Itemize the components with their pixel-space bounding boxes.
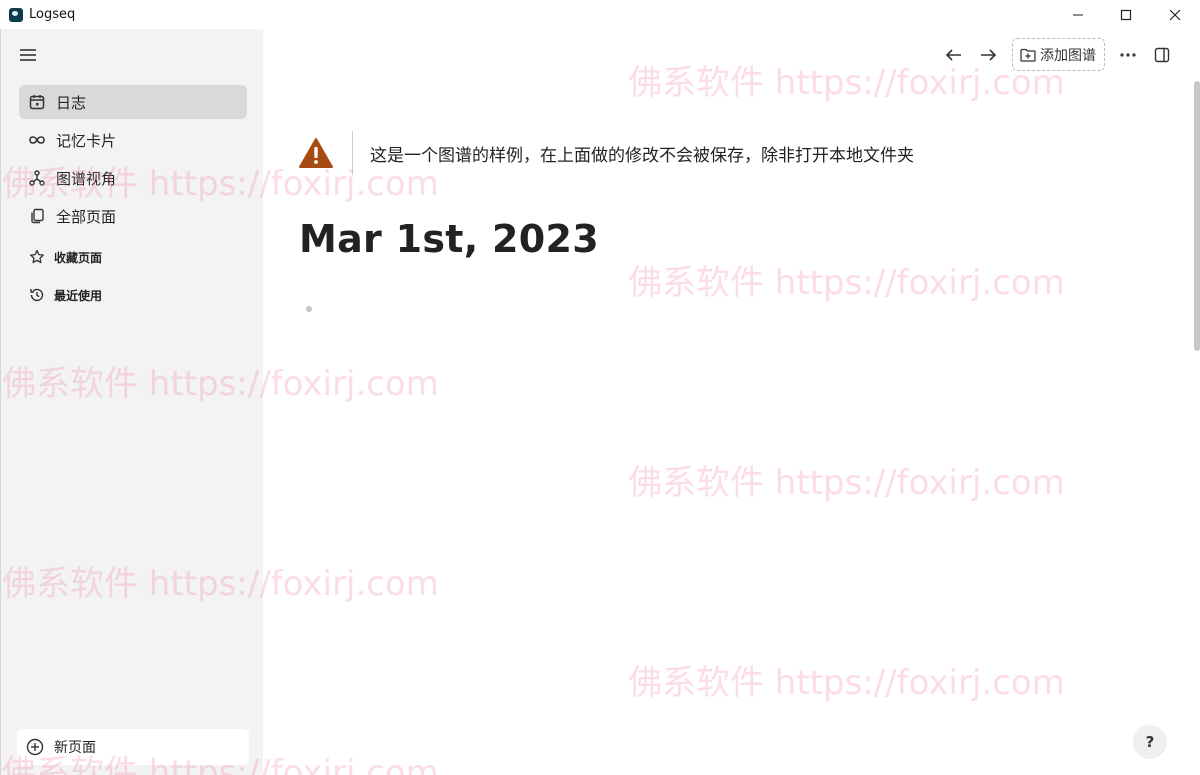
arrow-left-icon	[945, 49, 961, 61]
demo-graph-notice: 这是一个图谱的样例，在上面做的修改不会被保存，除非打开本地文件夹	[298, 131, 914, 175]
toggle-right-sidebar-button[interactable]	[1151, 45, 1173, 65]
left-sidebar: 日志 记忆卡片 图谱视角 全部页面 收藏页面 最近使用 新页面	[0, 29, 263, 775]
warning-icon	[298, 137, 334, 169]
close-icon	[1169, 9, 1181, 20]
hamburger-icon	[20, 49, 36, 61]
more-dots-icon	[1120, 53, 1136, 57]
minimize-button[interactable]	[1053, 0, 1103, 29]
sidebar-item-recent[interactable]: 最近使用	[19, 278, 247, 312]
sidebar-item-graph-view[interactable]: 图谱视角	[19, 161, 247, 195]
calendar-icon	[28, 93, 46, 111]
sidebar-item-flashcards[interactable]: 记忆卡片	[19, 123, 247, 157]
scrollbar[interactable]	[1194, 81, 1200, 351]
sidebar-item-label: 图谱视角	[56, 169, 117, 188]
back-button[interactable]	[943, 45, 965, 65]
add-graph-button[interactable]: 添加图谱	[1012, 38, 1105, 71]
pages-icon	[28, 207, 46, 225]
journal-title[interactable]: Mar 1st, 2023	[299, 217, 599, 261]
add-graph-label: 添加图谱	[1040, 47, 1096, 64]
menu-button[interactable]	[19, 47, 37, 63]
block-bullet[interactable]	[306, 306, 312, 312]
more-button[interactable]	[1117, 45, 1139, 65]
sidebar-item-label: 全部页面	[56, 207, 117, 226]
maximize-button[interactable]	[1101, 0, 1151, 29]
sidebar-item-journals[interactable]: 日志	[19, 85, 247, 119]
star-icon	[28, 248, 46, 266]
graph-icon	[28, 169, 46, 187]
folder-plus-icon	[1020, 48, 1036, 62]
sidebar-item-label: 日志	[56, 93, 87, 112]
maximize-icon	[1120, 9, 1132, 20]
main-content: 添加图谱 这是一个图谱的样例，在上面做的修改不会被保存，除非打开本地文件夹 Ma…	[263, 29, 1200, 775]
sidebar-item-label: 收藏页面	[54, 250, 103, 265]
arrow-right-icon	[981, 49, 997, 61]
title-bar: Logseq	[0, 0, 1200, 29]
close-button[interactable]	[1150, 0, 1200, 29]
plus-circle-icon	[26, 738, 44, 756]
sidebar-item-label: 记忆卡片	[56, 131, 117, 150]
window-title: Logseq	[29, 7, 76, 22]
new-page-button[interactable]: 新页面	[17, 729, 249, 765]
sidebar-item-favorites[interactable]: 收藏页面	[19, 240, 247, 274]
sidebar-item-label: 最近使用	[54, 288, 103, 303]
minimize-icon	[1073, 14, 1083, 15]
help-button[interactable]: ?	[1133, 725, 1167, 759]
notice-divider	[352, 131, 353, 175]
logseq-logo-icon	[9, 7, 23, 22]
sidebar-right-icon	[1154, 47, 1170, 63]
history-icon	[28, 286, 46, 304]
sidebar-item-all-pages[interactable]: 全部页面	[19, 199, 247, 233]
notice-text: 这是一个图谱的样例，在上面做的修改不会被保存，除非打开本地文件夹	[370, 145, 914, 166]
forward-button[interactable]	[977, 45, 999, 65]
infinity-icon	[28, 131, 46, 149]
new-page-label: 新页面	[54, 740, 96, 756]
